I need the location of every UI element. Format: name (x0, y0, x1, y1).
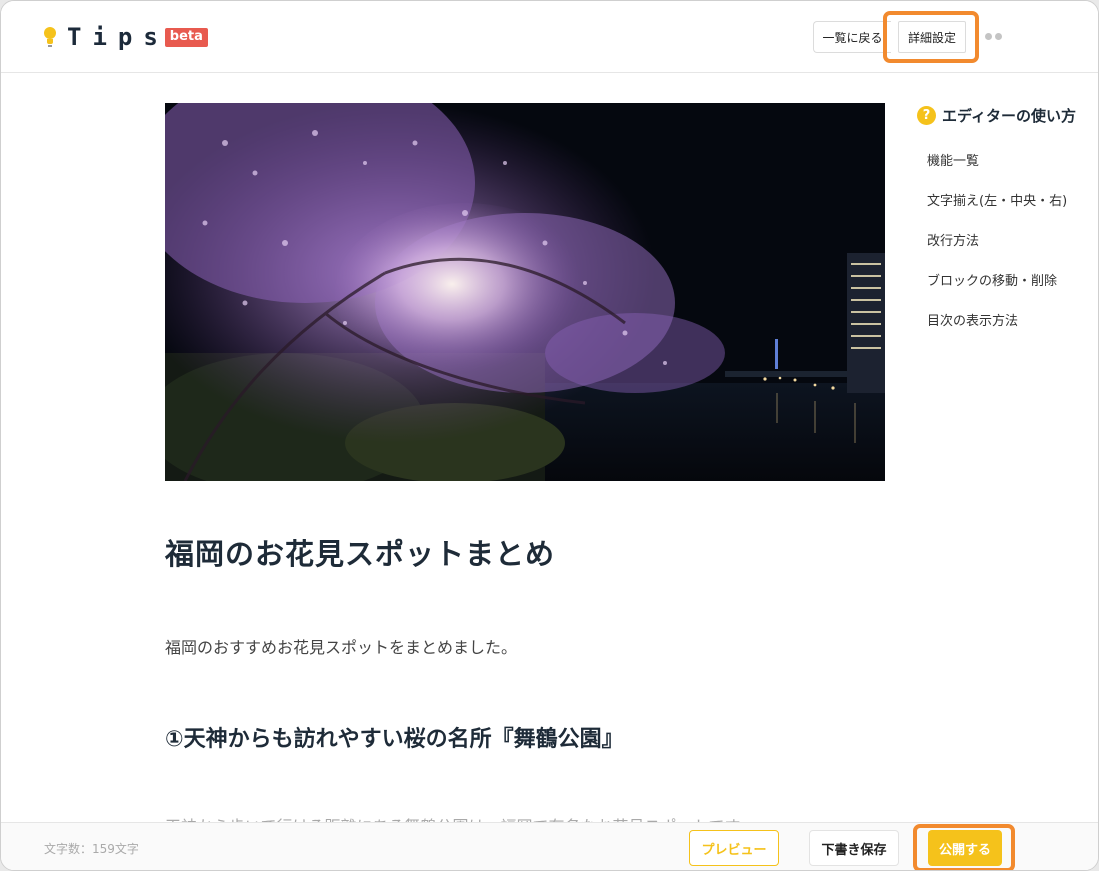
publish-button[interactable]: 公開する (928, 830, 1002, 866)
help-link-block-move-delete[interactable]: ブロックの移動・削除 (927, 262, 1097, 302)
help-link-toc[interactable]: 目次の表示方法 (927, 302, 1097, 342)
help-link-line-break[interactable]: 改行方法 (927, 222, 1097, 262)
question-mark-icon: ? (917, 106, 936, 125)
article-title[interactable]: 福岡のお花見スポットまとめ (165, 531, 555, 573)
lightbulb-icon (43, 26, 57, 48)
preview-button[interactable]: プレビュー (689, 830, 779, 866)
save-draft-button[interactable]: 下書き保存 (809, 830, 899, 866)
help-link-text-align[interactable]: 文字揃え(左・中央・右) (927, 182, 1097, 222)
article-heading-1[interactable]: ①天神からも訪れやすい桜の名所『舞鶴公園』 (165, 721, 624, 753)
help-link-features[interactable]: 機能一覧 (927, 142, 1097, 182)
tips-logo[interactable]: Tips beta (43, 23, 208, 51)
help-title: ? エディターの使い方 (917, 105, 1097, 126)
editor-help-panel: ? エディターの使い方 機能一覧 文字揃え(左・中央・右) 改行方法 ブロックの… (917, 105, 1097, 342)
beta-badge: beta (164, 27, 208, 47)
logo-text: Tips (67, 23, 169, 51)
more-dots-icon[interactable] (985, 33, 1002, 40)
header-bar: Tips beta 一覧に戻る 詳細設定 (1, 1, 1098, 73)
footer-bar: 文字数：159文字 プレビュー 下書き保存 公開する (1, 822, 1098, 870)
help-link-list: 機能一覧 文字揃え(左・中央・右) 改行方法 ブロックの移動・削除 目次の表示方… (927, 142, 1097, 342)
back-to-list-button[interactable]: 一覧に戻る (813, 21, 891, 53)
word-count: 文字数：159文字 (44, 842, 139, 856)
help-title-text: エディターの使い方 (942, 107, 1076, 125)
detail-settings-button[interactable]: 詳細設定 (898, 21, 966, 53)
hero-image-cherry-blossoms[interactable] (165, 103, 885, 481)
article-lead-paragraph[interactable]: 福岡のおすすめお花見スポットをまとめました。 (165, 634, 517, 658)
editor-window: Tips beta 一覧に戻る 詳細設定 福岡のお花見スポットまとめ 福岡のおす… (0, 0, 1099, 871)
